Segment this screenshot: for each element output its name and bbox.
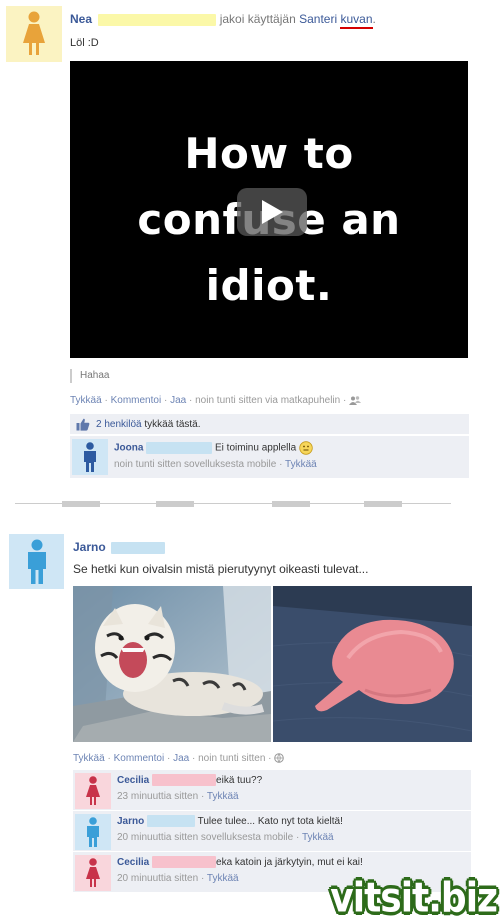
comment-author[interactable]: Jarno (117, 816, 144, 827)
redacted-surname (152, 774, 217, 787)
whoopee-cushion-image (273, 586, 472, 742)
video-title-line-1: How to (184, 129, 354, 178)
comment-body: Cecilia eka katoin ja järkytyin, mut ei … (117, 856, 363, 884)
comment-text: eikä tuu?? (216, 775, 263, 786)
redacted-surname (152, 856, 217, 869)
redacted-surname (111, 541, 166, 554)
avatar-nea[interactable] (6, 6, 62, 62)
comment-body: Joona Ei toiminu applella noin tunti sit… (114, 441, 317, 470)
author-name[interactable]: Jarno (73, 540, 106, 554)
commenter-avatar[interactable] (72, 439, 108, 475)
comment-item: Jarno Tulee tulee... Kato nyt tota kielt… (73, 811, 471, 851)
male-user-icon (87, 817, 99, 847)
post-actions: Tykkää · Kommentoi · Jaa · noin tunti si… (73, 753, 285, 764)
comment-body: Cecilia eikä tuu?? 23 minuuttia sitten ·… (117, 774, 263, 802)
comment-author[interactable]: Cecilia (117, 857, 149, 868)
comment-timestamp[interactable]: noin tunti sitten sovelluksesta mobile (114, 459, 276, 470)
female-user-icon (86, 858, 100, 887)
smiley-icon (299, 441, 313, 455)
period: . (372, 12, 376, 26)
commenter-avatar[interactable] (75, 814, 111, 850)
play-button[interactable] (237, 188, 307, 236)
comment-text: Tulee tulee... Kato nyt tota kieltä! (197, 816, 343, 827)
share-link[interactable]: Jaa (170, 395, 186, 406)
redacted-surname (146, 442, 213, 454)
avatar-jarno[interactable] (9, 534, 64, 589)
commenter-avatar[interactable] (75, 773, 111, 809)
male-user-icon (84, 442, 96, 472)
female-user-icon (86, 776, 100, 805)
globe-icon (274, 753, 285, 764)
comment-like-link[interactable]: Tykkää (207, 791, 239, 802)
play-icon (262, 200, 283, 224)
share-verb: jakoi käyttäjän (219, 12, 296, 26)
comment-author[interactable]: Joona (114, 443, 143, 454)
post-header: Nea jakoi käyttäjän Santeri kuvan. (70, 12, 376, 29)
comment-text: eka katoin ja järkytyin, mut ei kai! (216, 857, 363, 868)
comment-timestamp[interactable]: 20 minuuttia sitten (117, 873, 198, 884)
comment-link[interactable]: Kommentoi (111, 395, 162, 406)
target-user-link[interactable]: Santeri (299, 12, 337, 26)
likes-summary: 2 henkilöä tykkää tästä. (70, 414, 469, 435)
male-user-icon (27, 539, 46, 584)
site-watermark: vitsit.biz (330, 874, 498, 922)
divider-segment (272, 501, 310, 507)
post-actions: Tykkää · Kommentoi · Jaa · noin tunti si… (70, 395, 362, 406)
post-timestamp[interactable]: noin tunti sitten via matkapuhelin (195, 395, 340, 406)
comment-like-link[interactable]: Tykkää (285, 459, 317, 470)
comment-link[interactable]: Kommentoi (114, 753, 165, 764)
redacted-surname (147, 815, 196, 828)
like-link[interactable]: Tykkää (70, 395, 102, 406)
likes-suffix: tykkää tästä. (144, 418, 201, 430)
post-text: Löl :D (70, 37, 99, 49)
whoopee-cushion-photo[interactable] (273, 586, 472, 742)
commenter-avatar[interactable] (75, 855, 111, 891)
comment-like-link[interactable]: Tykkää (207, 873, 239, 884)
author-name[interactable]: Nea (70, 12, 92, 26)
video-title-line-3: idiot. (205, 261, 333, 310)
divider-segment (62, 501, 100, 507)
comment-timestamp[interactable]: 23 minuuttia sitten (117, 791, 198, 802)
redacted-surname (98, 13, 217, 26)
share-link[interactable]: Jaa (173, 753, 189, 764)
comment-item: Cecilia eikä tuu?? 23 minuuttia sitten ·… (73, 770, 471, 810)
female-user-icon (23, 11, 45, 55)
comment-text: Ei toiminu applella (215, 442, 297, 454)
divider-segment (364, 501, 402, 507)
video-caption: Hahaa (70, 369, 109, 383)
divider-segment (156, 501, 194, 507)
tiger-photo[interactable] (73, 586, 271, 742)
friends-icon (349, 396, 362, 405)
comment-author[interactable]: Cecilia (117, 775, 149, 786)
comment-timestamp[interactable]: 20 minuuttia sitten sovelluksesta mobile (117, 832, 293, 843)
thumbs-up-icon (76, 418, 90, 431)
target-object-link[interactable]: kuvan (340, 12, 373, 29)
tiger-image (73, 586, 271, 742)
post-header: Jarno (73, 540, 166, 554)
post-text: Se hetki kun oivalsin mistä pierutyynyt … (73, 562, 369, 576)
likes-count-link[interactable]: 2 henkilöä (96, 419, 142, 430)
comment-like-link[interactable]: Tykkää (302, 832, 334, 843)
like-link[interactable]: Tykkää (73, 753, 105, 764)
post-timestamp[interactable]: noin tunti sitten (198, 753, 265, 764)
comment-body: Jarno Tulee tulee... Kato nyt tota kielt… (117, 815, 343, 843)
comment-item: Joona Ei toiminu applella noin tunti sit… (70, 436, 469, 478)
